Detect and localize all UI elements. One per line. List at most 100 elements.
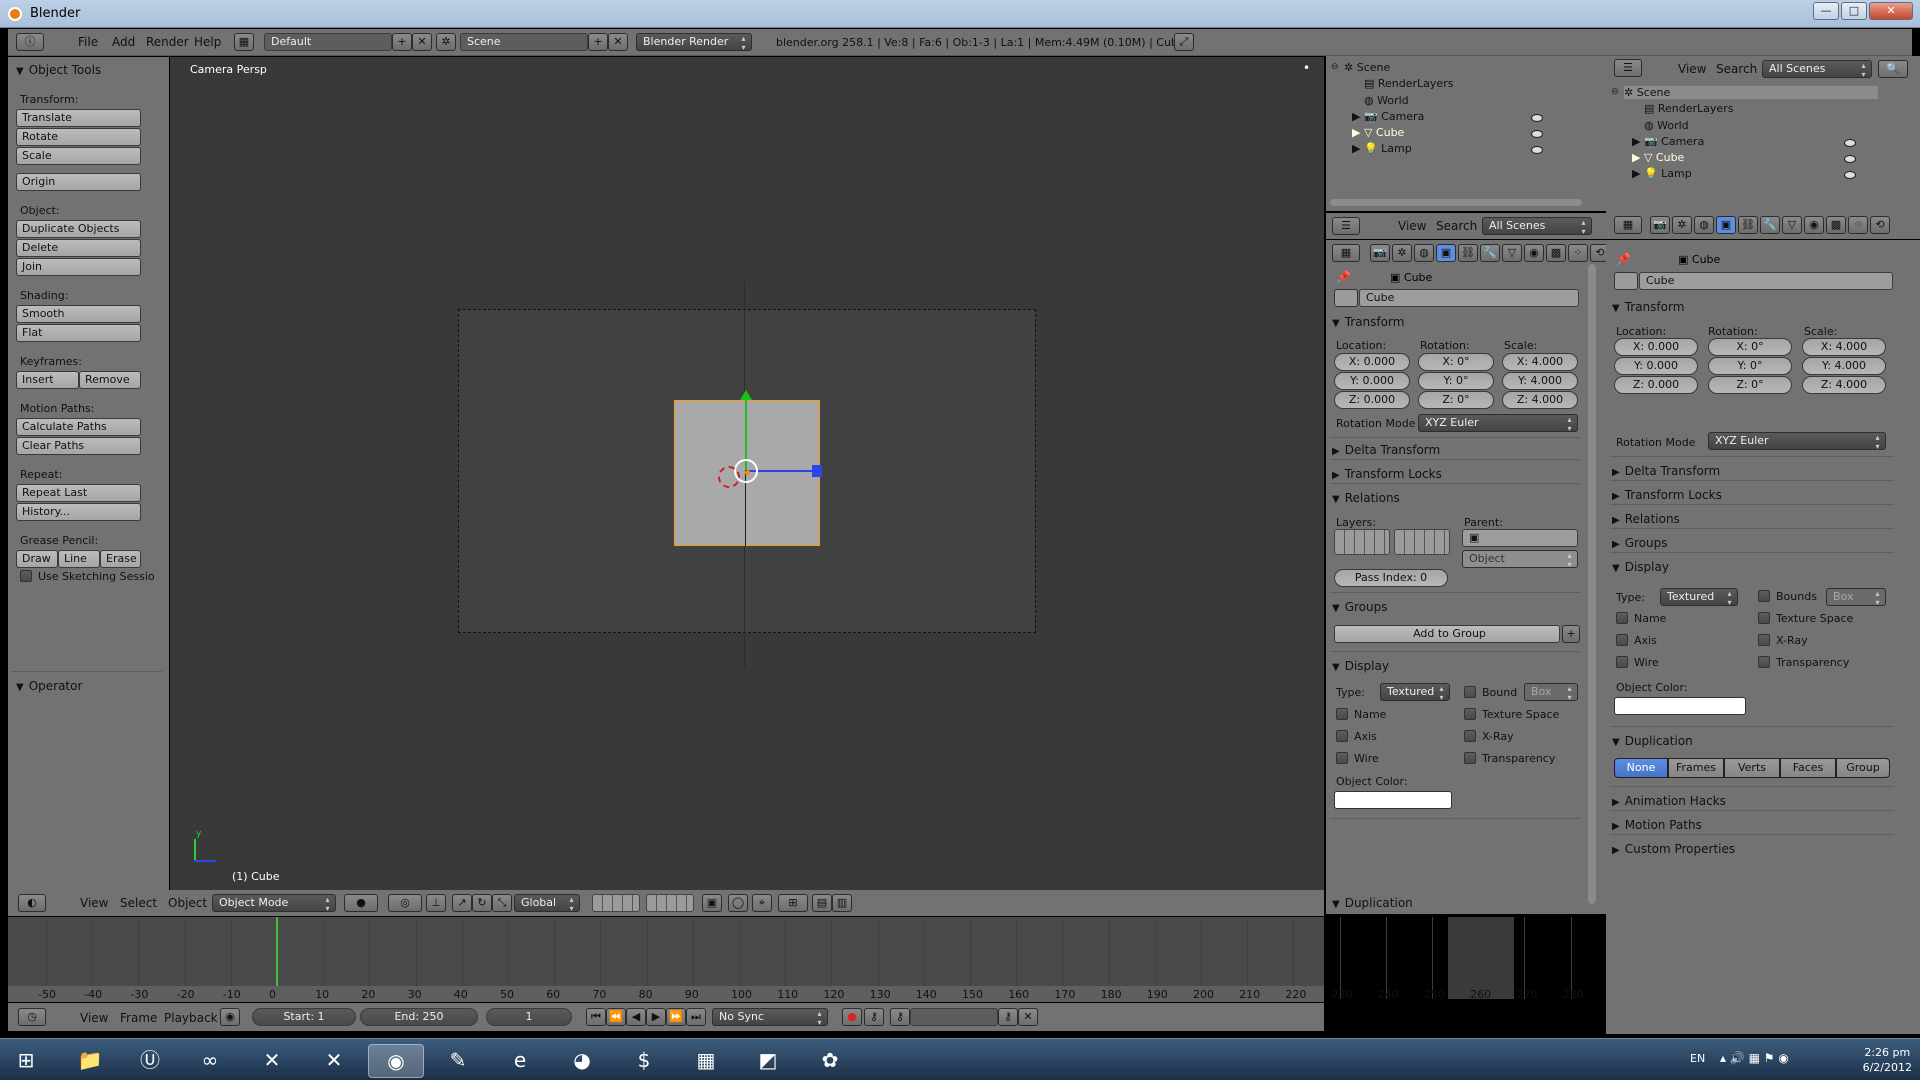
insert-keyframe-icon[interactable]: ⚷	[998, 1008, 1018, 1026]
maximize-button[interactable]: □	[1841, 2, 1867, 20]
draw-button[interactable]: Draw	[16, 550, 58, 568]
scale-z-field[interactable]: Z: 4.000	[1502, 391, 1578, 409]
delta-transform-header[interactable]: ▶ Delta Transform	[1332, 443, 1440, 457]
play-icon[interactable]: ▶	[646, 1008, 666, 1026]
constraints-tab-icon[interactable]: ⛓	[1458, 244, 1478, 262]
material-tab-icon[interactable]: ◉	[1524, 244, 1544, 262]
scene-icon[interactable]: ✲	[436, 33, 456, 51]
dup-none-tab[interactable]: None	[1614, 758, 1668, 778]
outliner-scene[interactable]: ✲ Scene	[1344, 61, 1390, 74]
collapse-scene2-icon[interactable]: ⊖	[1611, 87, 1619, 97]
visibility-camera-icon[interactable]	[1531, 114, 1543, 122]
insert-keyframe-button[interactable]: Insert	[16, 371, 79, 389]
outliner-scenes-select[interactable]: All Scenes	[1482, 217, 1592, 236]
particles-tab-icon[interactable]: ⁘	[1568, 244, 1588, 262]
world-tab-icon[interactable]: ◍	[1414, 244, 1434, 262]
render-anim-icon[interactable]: ▥	[832, 894, 852, 912]
rotation2-x-field[interactable]: X: 0°	[1708, 338, 1792, 356]
scene-field[interactable]: Scene	[460, 33, 588, 51]
clock[interactable]: 2:26 pm 6/2/2012	[1863, 1045, 1912, 1075]
object-layers-grid-1[interactable]	[1334, 529, 1390, 555]
scene-tab-icon[interactable]: ✲	[1392, 244, 1412, 262]
snap-toggle-icon[interactable]: ⌖	[752, 894, 772, 912]
manipulator-toggle[interactable]: ⊥	[426, 894, 446, 912]
outliner-right[interactable]: ☰ View Search All Scenes 🔍 ⊖ ✲ Scene ▤ R…	[1606, 56, 1920, 212]
render-engine-select[interactable]: Blender Render	[636, 33, 752, 52]
rotation2-z-field[interactable]: Z: 0°	[1708, 376, 1792, 394]
outliner2-renderlayers[interactable]: ▤ RenderLayers	[1644, 102, 1733, 115]
menu-select[interactable]: Select	[120, 896, 157, 910]
physics2-tab-icon[interactable]: ⟲	[1870, 216, 1890, 234]
origin-button[interactable]: Origin	[16, 173, 141, 191]
editor-type-outliner-button[interactable]: ☰	[1332, 217, 1360, 235]
location-y-field[interactable]: Y: 0.000	[1334, 372, 1410, 390]
dup-frames-tab[interactable]: Frames	[1668, 758, 1724, 778]
pass-index-field[interactable]: Pass Index: 0	[1334, 569, 1448, 587]
explorer-task-icon[interactable]: 📁	[62, 1044, 118, 1078]
sync-select[interactable]: No Sync	[712, 1008, 828, 1027]
flat-button[interactable]: Flat	[16, 324, 141, 342]
transform-panel-header[interactable]: ▼ Transform	[1332, 315, 1404, 329]
object2-name-field[interactable]: Cube	[1639, 272, 1893, 290]
repeat-last-button[interactable]: Repeat Last	[16, 484, 141, 502]
translate-manip-icon[interactable]: ↗	[452, 894, 472, 912]
outliner2-view-menu[interactable]: View	[1678, 62, 1706, 76]
outliner2-lamp[interactable]: ▶ 💡 Lamp	[1632, 167, 1692, 180]
use-sketching-checkbox[interactable]	[20, 570, 32, 582]
location-z-field[interactable]: Z: 0.000	[1334, 391, 1410, 409]
layout-field[interactable]: Default	[264, 33, 392, 51]
fullscreen-icon[interactable]: ⤢	[1174, 33, 1194, 51]
operator-header[interactable]: ▼ Operator	[16, 679, 82, 693]
utorrent-task-icon[interactable]: Ⓤ	[122, 1044, 178, 1078]
play-reverse-icon[interactable]: ◀	[626, 1008, 646, 1026]
y-arrow-head[interactable]	[740, 390, 752, 400]
editor-type-3d-button[interactable]: ◐	[18, 894, 46, 912]
join-button[interactable]: Join	[16, 258, 141, 276]
erase-button[interactable]: Erase	[100, 550, 141, 568]
display2-type-select[interactable]: Textured	[1660, 588, 1738, 607]
dup-verts-tab[interactable]: Verts	[1724, 758, 1780, 778]
record-icon[interactable]: ●	[842, 1008, 862, 1026]
object-tab-icon[interactable]: ▣	[1436, 244, 1456, 262]
outliner-search-menu[interactable]: Search	[1436, 219, 1477, 233]
motion-paths-header[interactable]: ▶ Motion Paths	[1612, 818, 1702, 832]
pivot-select[interactable]: ◎	[388, 894, 422, 912]
language-indicator[interactable]: EN	[1690, 1052, 1705, 1065]
scale-button[interactable]: Scale	[16, 147, 141, 165]
object-tools-header[interactable]: ▼ Object Tools	[16, 63, 101, 77]
3d-viewport[interactable]: Camera Persp • y (1) Cube	[170, 57, 1324, 890]
xray-checkbox[interactable]	[1464, 730, 1476, 742]
visibility2-lamp-icon[interactable]	[1844, 171, 1856, 179]
viewport-plus-icon[interactable]: •	[1303, 61, 1310, 75]
rotate-manip-icon[interactable]: ↻	[472, 894, 492, 912]
rotation2-y-field[interactable]: Y: 0°	[1708, 357, 1792, 375]
material2-tab-icon[interactable]: ◉	[1804, 216, 1824, 234]
menu-render[interactable]: Render	[146, 35, 189, 49]
rotation-mode-select[interactable]: XYZ Euler	[1418, 414, 1578, 433]
transform-locks-header[interactable]: ▶ Transform Locks	[1332, 467, 1442, 481]
menu-tl-playback[interactable]: Playback	[164, 1011, 218, 1025]
constraints2-tab-icon[interactable]: ⛓	[1738, 216, 1758, 234]
add-layout-button[interactable]: +	[392, 33, 412, 51]
outliner-lamp[interactable]: ▶ 💡 Lamp	[1352, 142, 1412, 155]
outliner-cube[interactable]: ▶ ▽ Cube	[1352, 126, 1404, 139]
proportional-edit-icon[interactable]: ◯	[728, 894, 748, 912]
keying-set-icon[interactable]: ⚷	[864, 1008, 884, 1026]
line-button[interactable]: Line	[58, 550, 100, 568]
add-group-plus-icon[interactable]: +	[1562, 625, 1580, 643]
transparency2-checkbox[interactable]	[1758, 656, 1770, 668]
duplication-header[interactable]: ▼ Duplication	[1332, 896, 1413, 910]
render-tab-icon[interactable]: 📷	[1370, 244, 1390, 262]
start-button[interactable]: ⊞	[0, 1044, 52, 1078]
calculate-paths-button[interactable]: Calculate Paths	[16, 418, 141, 436]
object-name-field[interactable]: Cube	[1359, 289, 1579, 307]
bound-checkbox[interactable]	[1464, 686, 1476, 698]
infinity-task-icon[interactable]: ∞	[182, 1044, 238, 1078]
jump-prev-key-icon[interactable]: ⏪	[606, 1008, 626, 1026]
texture-space-checkbox[interactable]	[1464, 708, 1476, 720]
x-arrow-head[interactable]	[812, 465, 822, 477]
data-tab-icon[interactable]: ▽	[1502, 244, 1522, 262]
rotation-z-field[interactable]: Z: 0°	[1418, 391, 1494, 409]
remove-layout-button[interactable]: ✕	[412, 33, 432, 51]
object2-tab-icon[interactable]: ▣	[1716, 216, 1736, 234]
